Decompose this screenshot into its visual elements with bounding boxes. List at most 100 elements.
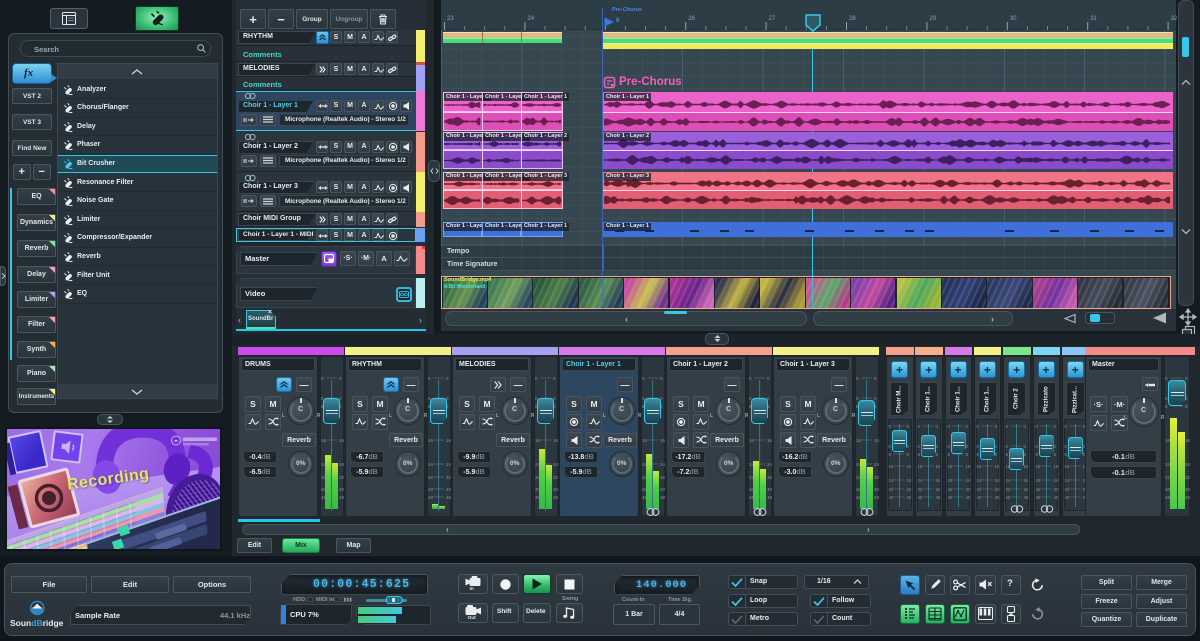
svg-text:40: 40 [1185,487,1191,492]
svg-text:8: 8 [1006,452,1009,457]
svg-text:24: 24 [446,462,452,467]
svg-text:16: 16 [1064,464,1069,469]
svg-text:32: 32 [918,487,923,492]
svg-text:0: 0 [749,376,752,381]
svg-text:24: 24 [660,462,666,467]
svg-text:32: 32 [553,475,559,480]
svg-text:40: 40 [660,487,666,492]
svg-text:8: 8 [889,452,892,457]
svg-text:16: 16 [965,464,970,469]
svg-text:8: 8 [1035,452,1038,457]
svg-text:40: 40 [1064,495,1069,500]
svg-text:0: 0 [889,444,892,449]
svg-text:32: 32 [936,487,941,492]
svg-text:0: 0 [1035,424,1038,429]
svg-text:8: 8 [976,452,979,457]
svg-text:16: 16 [918,464,923,469]
svg-text:16: 16 [874,438,880,443]
svg-text:24: 24 [889,478,894,483]
svg-text:16: 16 [907,464,912,469]
svg-text:32: 32 [965,487,970,492]
svg-text:40: 40 [918,495,923,500]
svg-text:0: 0 [1006,424,1009,429]
svg-text:24: 24 [947,478,952,483]
svg-text:16: 16 [994,464,999,469]
svg-text:0: 0 [856,376,859,381]
svg-text:16: 16 [1053,464,1058,469]
svg-text:48: 48 [446,495,452,500]
svg-text:24: 24 [1006,478,1011,483]
svg-text:16: 16 [446,438,452,443]
svg-text:48: 48 [339,495,345,500]
svg-text:16: 16 [936,464,941,469]
svg-text:16: 16 [1024,464,1029,469]
svg-text:40: 40 [446,487,452,492]
svg-text:31: 31 [1090,16,1097,22]
svg-text:24: 24 [428,462,434,467]
svg-text:16: 16 [749,438,755,443]
svg-text:0: 0 [321,376,324,381]
svg-text:27: 27 [769,16,776,22]
svg-text:40: 40 [965,495,970,500]
svg-text:0: 0 [446,376,449,381]
svg-text:24: 24 [1185,462,1191,467]
svg-text:0: 0 [874,396,877,401]
svg-text:0: 0 [1053,424,1056,429]
svg-text:40: 40 [976,495,981,500]
svg-text:0: 0 [1165,396,1168,401]
svg-text:24: 24 [1053,478,1058,483]
svg-text:32: 32 [947,487,952,492]
svg-text:32: 32 [874,475,880,480]
svg-text:16: 16 [947,464,952,469]
svg-text:40: 40 [428,487,434,492]
svg-text:32: 32 [1024,487,1029,492]
svg-text:48: 48 [553,495,559,500]
svg-text:0: 0 [642,376,645,381]
svg-text:24: 24 [1064,478,1069,483]
svg-text:48: 48 [428,495,434,500]
svg-text:16: 16 [339,438,345,443]
svg-text:16: 16 [976,464,981,469]
svg-text:40: 40 [874,487,880,492]
svg-text:48: 48 [1185,495,1191,500]
svg-text:32: 32 [889,487,894,492]
svg-text:0: 0 [1024,424,1027,429]
svg-text:16: 16 [428,438,434,443]
svg-text:40: 40 [1024,495,1029,500]
svg-text:0: 0 [339,376,342,381]
svg-text:32: 32 [1053,487,1058,492]
svg-text:32: 32 [767,475,773,480]
svg-text:0: 0 [889,424,892,429]
svg-text:24: 24 [965,478,970,483]
svg-text:0: 0 [1064,444,1067,449]
svg-text:8: 8 [1165,404,1168,409]
svg-text:0: 0 [918,424,921,429]
svg-text:24: 24 [1024,478,1029,483]
svg-text:0: 0 [918,444,921,449]
svg-text:0: 0 [1035,444,1038,449]
svg-text:0: 0 [535,376,538,381]
svg-text:24: 24 [994,478,999,483]
svg-text:16: 16 [856,438,862,443]
svg-text:40: 40 [767,487,773,492]
svg-text:8: 8 [1185,404,1188,409]
svg-text:8: 8 [947,452,950,457]
svg-text:8: 8 [907,452,910,457]
svg-text:0: 0 [660,376,663,381]
svg-text:32: 32 [339,475,345,480]
svg-text:0: 0 [553,376,556,381]
svg-text:16: 16 [321,438,327,443]
svg-text:16: 16 [535,438,541,443]
svg-text:24: 24 [907,478,912,483]
svg-text:32: 32 [1185,475,1191,480]
svg-text:8: 8 [918,452,921,457]
svg-text:32: 32 [660,475,666,480]
svg-text:40: 40 [994,495,999,500]
svg-text:16: 16 [1035,464,1040,469]
svg-text:23: 23 [447,16,454,22]
svg-text:32: 32 [1171,16,1178,22]
svg-text:32: 32 [1006,487,1011,492]
svg-text:8: 8 [1053,452,1056,457]
svg-text:40: 40 [1053,495,1058,500]
svg-text:24: 24 [1035,478,1040,483]
